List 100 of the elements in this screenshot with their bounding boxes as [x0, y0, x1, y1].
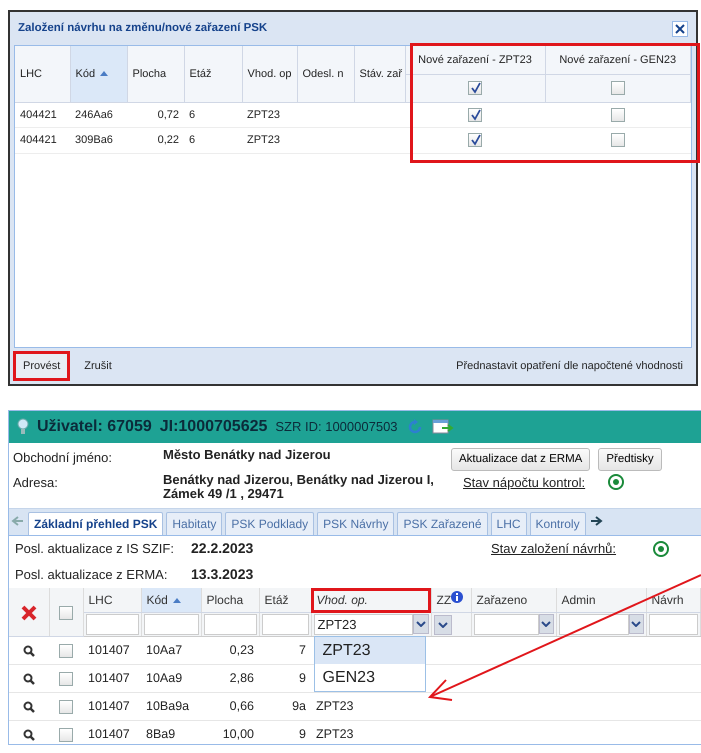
column-header[interactable]: Zařazeno — [471, 588, 556, 613]
table-cell: 404421 — [20, 108, 57, 121]
search-icon — [23, 644, 35, 657]
column-header[interactable]: LHC — [83, 588, 141, 613]
field-label: Obchodní jméno: — [13, 449, 114, 467]
column-header[interactable]: Nové zařazení - ZPT23 — [405, 46, 545, 74]
status-ok-icon — [607, 473, 626, 492]
checkbox[interactable] — [610, 81, 625, 96]
column-header[interactable]: Nové zařazení - GEN23 — [545, 46, 690, 74]
checkbox[interactable] — [610, 108, 625, 122]
table-cell: 6 — [189, 108, 196, 121]
filter-field[interactable] — [474, 614, 539, 636]
tab[interactable]: PSK Podklady — [225, 512, 314, 535]
column-header[interactable]: Vhod. op — [242, 46, 297, 102]
tab[interactable]: Kontroly — [530, 512, 586, 535]
caret-icon — [541, 621, 552, 628]
table-cell: ZPT23 — [247, 108, 280, 121]
checkbox[interactable] — [468, 81, 482, 96]
table-cell: 10Aa9 — [146, 671, 182, 686]
column-header[interactable]: LHC — [15, 46, 70, 102]
column-header[interactable]: Kód — [141, 588, 201, 613]
dropdown-button[interactable] — [538, 614, 554, 634]
table-cell: 246Aa6 — [75, 108, 113, 121]
filter-field[interactable]: ZPT23 — [314, 614, 413, 636]
filter-field[interactable] — [144, 614, 198, 636]
table-cell: 309Ba6 — [75, 134, 113, 146]
caret-icon — [438, 622, 448, 628]
dropdown-button[interactable] — [412, 614, 428, 634]
checkbox[interactable] — [59, 644, 73, 658]
search-icon — [23, 728, 35, 741]
column-header[interactable]: Stáv. zař — [354, 46, 405, 102]
table-cell: 404421 — [20, 134, 57, 146]
table-cell: 101407 — [88, 671, 130, 686]
search-icon — [23, 672, 35, 685]
dropdown-button[interactable] — [628, 614, 644, 634]
status-link[interactable]: Stav nápočtu kontrol: — [463, 473, 586, 493]
table-cell: 7 — [299, 643, 306, 658]
filter-field[interactable] — [204, 614, 256, 636]
column-header[interactable]: Plocha — [127, 46, 184, 102]
close-button[interactable] — [672, 20, 688, 37]
toolbar-button[interactable]: Předtisky — [598, 448, 662, 472]
checkbox[interactable] — [468, 108, 482, 122]
table-cell: ZPT23 — [316, 699, 354, 714]
tab[interactable]: PSK Návrhy — [317, 512, 394, 535]
table-cell: 10,00 — [222, 727, 254, 742]
table-cell: 101407 — [88, 727, 130, 742]
status-link[interactable]: Stav založení návrhů: — [491, 538, 616, 558]
table-cell: 10Ba9a — [146, 699, 190, 714]
column-header[interactable]: Plocha — [201, 588, 259, 613]
dialog-button[interactable]: Provést — [16, 354, 68, 378]
table-cell: 9 — [299, 727, 306, 742]
field-label: Posl. aktualizace z ERMA: — [15, 566, 168, 584]
dialog-button[interactable]: Zrušit — [77, 354, 119, 378]
filter-field[interactable] — [262, 614, 308, 636]
column-header[interactable]: Návrh — [646, 588, 700, 613]
field-value: 22.2.2023 — [191, 539, 254, 558]
dropdown-button[interactable] — [434, 614, 452, 635]
sort-ascending-icon — [99, 70, 110, 78]
column-header[interactable]: Etáž — [259, 588, 311, 613]
table-cell: 101407 — [88, 643, 130, 658]
table-cell: 101407 — [88, 699, 130, 714]
dropdown-option[interactable]: GEN23 — [314, 664, 424, 692]
filter-field[interactable] — [648, 614, 698, 636]
table-cell: 0,22 — [158, 134, 179, 146]
column-header[interactable]: ZZ — [431, 588, 471, 613]
checkbox[interactable] — [59, 700, 73, 714]
field-label: Posl. aktualizace z IS SZIF: — [15, 540, 175, 558]
tab[interactable]: PSK Zařazené — [397, 512, 488, 535]
ji-label: JI:1000705625 — [160, 417, 268, 437]
table-cell: ZPT23 — [316, 727, 354, 742]
table-cell: 0,66 — [230, 699, 254, 714]
checkbox[interactable] — [59, 728, 73, 742]
preset-button[interactable]: Přednastavit opatření dle napočtené vhodnosti — [449, 354, 690, 378]
szr-id-label: SZR ID: 1000007503 — [275, 418, 398, 436]
tab[interactable]: Habitaty — [166, 512, 222, 535]
checkbox[interactable] — [610, 133, 625, 148]
checkbox[interactable] — [59, 606, 73, 620]
dropdown-option[interactable]: ZPT23 — [314, 637, 424, 664]
sort-ascending-icon — [172, 597, 182, 604]
table-cell: 9 — [299, 671, 306, 686]
caret-icon — [631, 621, 642, 628]
search-icon — [23, 700, 35, 713]
info-icon — [451, 590, 464, 603]
table-cell: 2,86 — [230, 671, 254, 686]
toolbar-button[interactable]: Aktualizace dat z ERMA — [451, 448, 590, 472]
column-header[interactable]: Kód — [70, 46, 127, 102]
column-header[interactable]: Admin — [556, 588, 646, 613]
tab[interactable]: Základní přehled PSK — [28, 512, 164, 535]
column-header[interactable]: Vhod. op. — [311, 588, 431, 613]
table-cell: ZPT23 — [247, 134, 280, 146]
table-cell: 6 — [189, 134, 196, 146]
filter-field[interactable] — [558, 614, 629, 636]
checkbox[interactable] — [59, 672, 73, 686]
table-cell: 9a — [292, 699, 306, 714]
field-value: Benátky nad Jizerou, Benátky nad Jizerou I, Zámek 49 /1 , 29471 — [163, 473, 435, 501]
column-header[interactable]: Odesl. n — [297, 46, 354, 102]
checkbox[interactable] — [468, 133, 482, 148]
tab[interactable]: LHC — [490, 512, 527, 535]
filter-field[interactable] — [86, 614, 138, 636]
column-header[interactable]: Etáž — [184, 46, 242, 102]
